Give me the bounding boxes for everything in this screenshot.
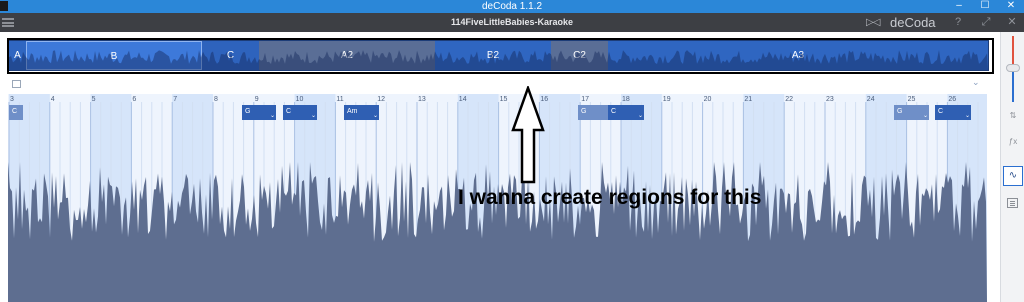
chord-block[interactable]: C ⌄ (935, 105, 971, 120)
chord-dropdown-icon[interactable]: ⌄ (965, 109, 970, 123)
chord-block[interactable]: G ⌄ (242, 105, 276, 120)
bar-number: 5 (92, 96, 96, 103)
bar-number: 23 (826, 96, 834, 103)
window-title: deCoda 1.1.2 (481, 1, 543, 12)
chord-label: C (12, 108, 18, 115)
bar-number: 18 (622, 96, 630, 103)
chord-block[interactable]: C ⌄ (283, 105, 317, 120)
bar-number: 6 (132, 96, 136, 103)
chord-label: C (938, 108, 944, 115)
chord-block[interactable]: Am ⌄ (344, 105, 379, 120)
app-window: deCoda 1.1.2 – ☐ ✕ 114FiveLittleBabies-K… (0, 0, 1024, 302)
bar-number: 4 (51, 96, 55, 103)
chord-block[interactable]: C (9, 105, 23, 120)
minimize-button[interactable]: – (946, 0, 972, 13)
chevron-down-icon[interactable]: ⌄ (972, 77, 980, 87)
annotation-text: I wanna create regions for this (458, 186, 762, 209)
brand-name: deCoda (890, 15, 936, 30)
bar-number: 17 (581, 96, 589, 103)
chord-block[interactable]: C ⌄ (608, 105, 644, 120)
bar-number: 21 (744, 96, 752, 103)
chord-label: C (286, 108, 292, 115)
fx-icon[interactable]: ƒx (1005, 136, 1021, 148)
bar-number: 20 (704, 96, 712, 103)
bar-number: 3 (10, 96, 14, 103)
chord-label: G (897, 108, 903, 115)
chord-dropdown-icon[interactable]: ⌄ (923, 109, 928, 123)
chord-label: Am (347, 108, 358, 115)
title-bar: deCoda 1.1.2 – ☐ ✕ (0, 0, 1024, 13)
bar-number: 22 (785, 96, 793, 103)
fullscreen-icon[interactable]: ⤢ (978, 14, 994, 31)
mixer-icon[interactable]: ⇅ (1005, 110, 1021, 122)
bar-number: 9 (255, 96, 259, 103)
chord-dropdown-icon[interactable]: ⌄ (311, 109, 316, 123)
bar-number: 10 (296, 96, 304, 103)
chord-block[interactable]: G ⌄ (894, 105, 929, 120)
chord-dropdown-icon[interactable]: ⌄ (638, 109, 643, 123)
bar-number: 25 (908, 96, 916, 103)
close-icon[interactable]: ✕ (1004, 14, 1020, 31)
maximize-button[interactable]: ☐ (972, 0, 998, 13)
list-view-icon[interactable] (1007, 198, 1018, 208)
right-tool-panel: ⇅ ƒx ∿ (1000, 32, 1024, 302)
annotation-arrow (511, 86, 545, 184)
overview-toggle-checkbox[interactable] (12, 80, 21, 88)
bar-number: 7 (173, 96, 177, 103)
bar-number: 11 (336, 96, 343, 103)
chord-label: C (611, 108, 617, 115)
chord-label: G (581, 108, 587, 115)
bar-number: 15 (500, 96, 508, 103)
annotation-highlight-box (7, 38, 994, 74)
bar-number: 8 (214, 96, 218, 103)
toolbar: 114FiveLittleBabies-Karaoke ▷◁ deCoda ? … (0, 13, 1024, 32)
volume-slider-fill (1012, 36, 1014, 64)
bar-number: 12 (377, 96, 385, 103)
close-window-button[interactable]: ✕ (998, 0, 1024, 13)
chord-label: G (245, 108, 251, 115)
chord-block[interactable]: G (578, 105, 608, 120)
decoda-logo-icon: ▷◁ (866, 17, 880, 28)
help-icon[interactable]: ? (950, 14, 966, 31)
chord-dropdown-icon[interactable]: ⌄ (373, 109, 378, 123)
volume-slider-knob[interactable] (1006, 64, 1020, 72)
bar-number: 24 (867, 96, 875, 103)
bar-number: 19 (663, 96, 671, 103)
waveform-view-icon[interactable]: ∿ (1003, 166, 1023, 186)
bar-number: 14 (459, 96, 467, 103)
chord-dropdown-icon[interactable]: ⌄ (270, 109, 275, 123)
bar-number: 26 (948, 96, 956, 103)
bar-number: 13 (418, 96, 426, 103)
